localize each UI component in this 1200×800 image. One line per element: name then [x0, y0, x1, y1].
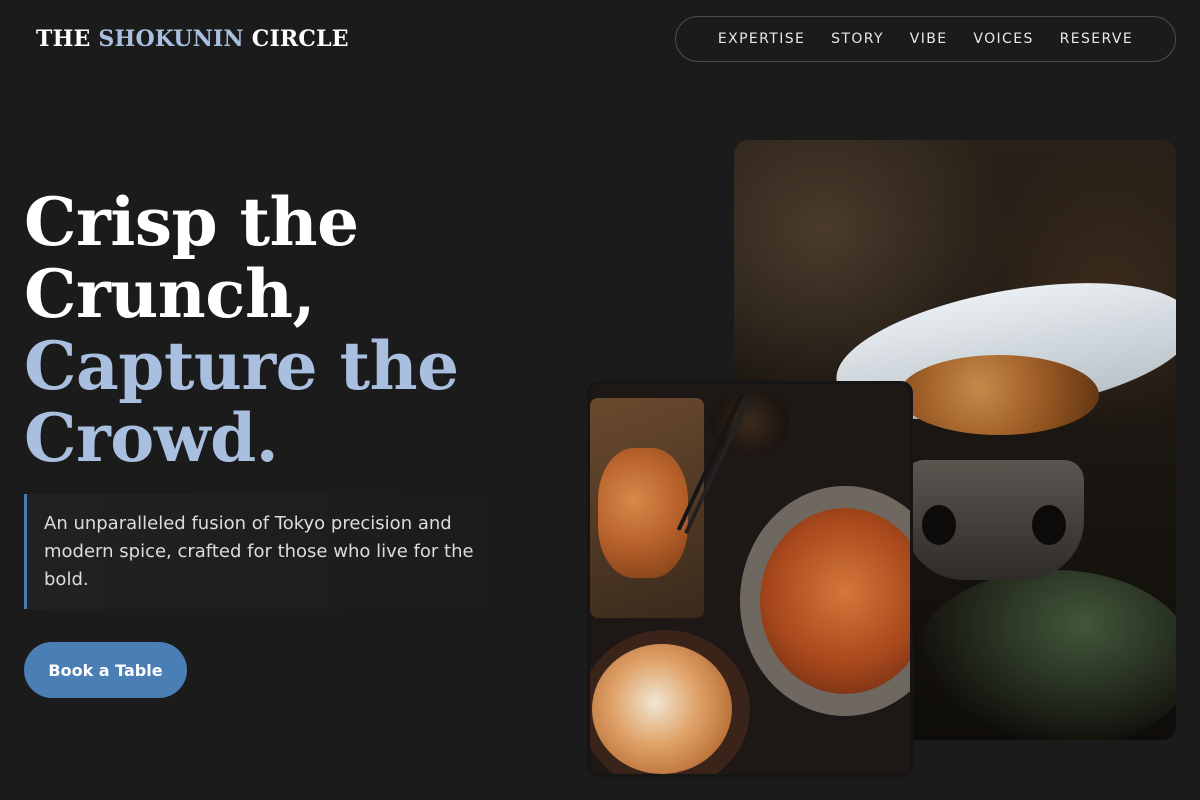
hero-lede: An unparalleled fusion of Tokyo precisio… [24, 494, 508, 609]
nav-link-story[interactable]: STORY [831, 31, 884, 47]
sauce-dish [710, 390, 790, 454]
burner-stand [904, 460, 1084, 580]
ramen-broth [760, 508, 910, 694]
headline-accent-line-1: Capture the [24, 327, 459, 405]
landing-page: THE SHOKUNIN CIRCLE EXPERTISE STORY VIBE… [0, 0, 1200, 800]
table-glow [914, 570, 1176, 740]
hero-lede-text: An unparalleled fusion of Tokyo precisio… [44, 513, 474, 590]
nav-link-reserve[interactable]: RESERVE [1060, 31, 1134, 47]
book-table-button[interactable]: Book a Table [24, 642, 187, 698]
ramen-bowl [740, 486, 910, 716]
nav-link-expertise[interactable]: EXPERTISE [718, 31, 805, 47]
ramen-set-photo [587, 381, 913, 777]
brand-logo[interactable]: THE SHOKUNIN CIRCLE [36, 26, 349, 52]
nav-link-voices[interactable]: VOICES [973, 31, 1033, 47]
brand-part-2: CIRCLE [243, 26, 349, 52]
karaage-pile [598, 448, 688, 578]
brand-accent: SHOKUNIN [98, 26, 244, 52]
headline-line-1: Crisp the [24, 183, 359, 261]
gyoza-plate [590, 630, 750, 774]
main-nav: EXPERTISE STORY VIBE VOICES RESERVE [675, 16, 1176, 62]
gyoza-pile [592, 644, 732, 774]
nav-link-vibe[interactable]: VIBE [910, 31, 948, 47]
brand-part-1: THE [36, 26, 99, 52]
stir-fry-food [899, 355, 1099, 435]
hero-headline: Crisp the Crunch, Capture the Crowd. [24, 186, 544, 474]
headline-accent-line-2: Crowd. [24, 399, 279, 477]
headline-line-2: Crunch, [24, 255, 315, 333]
